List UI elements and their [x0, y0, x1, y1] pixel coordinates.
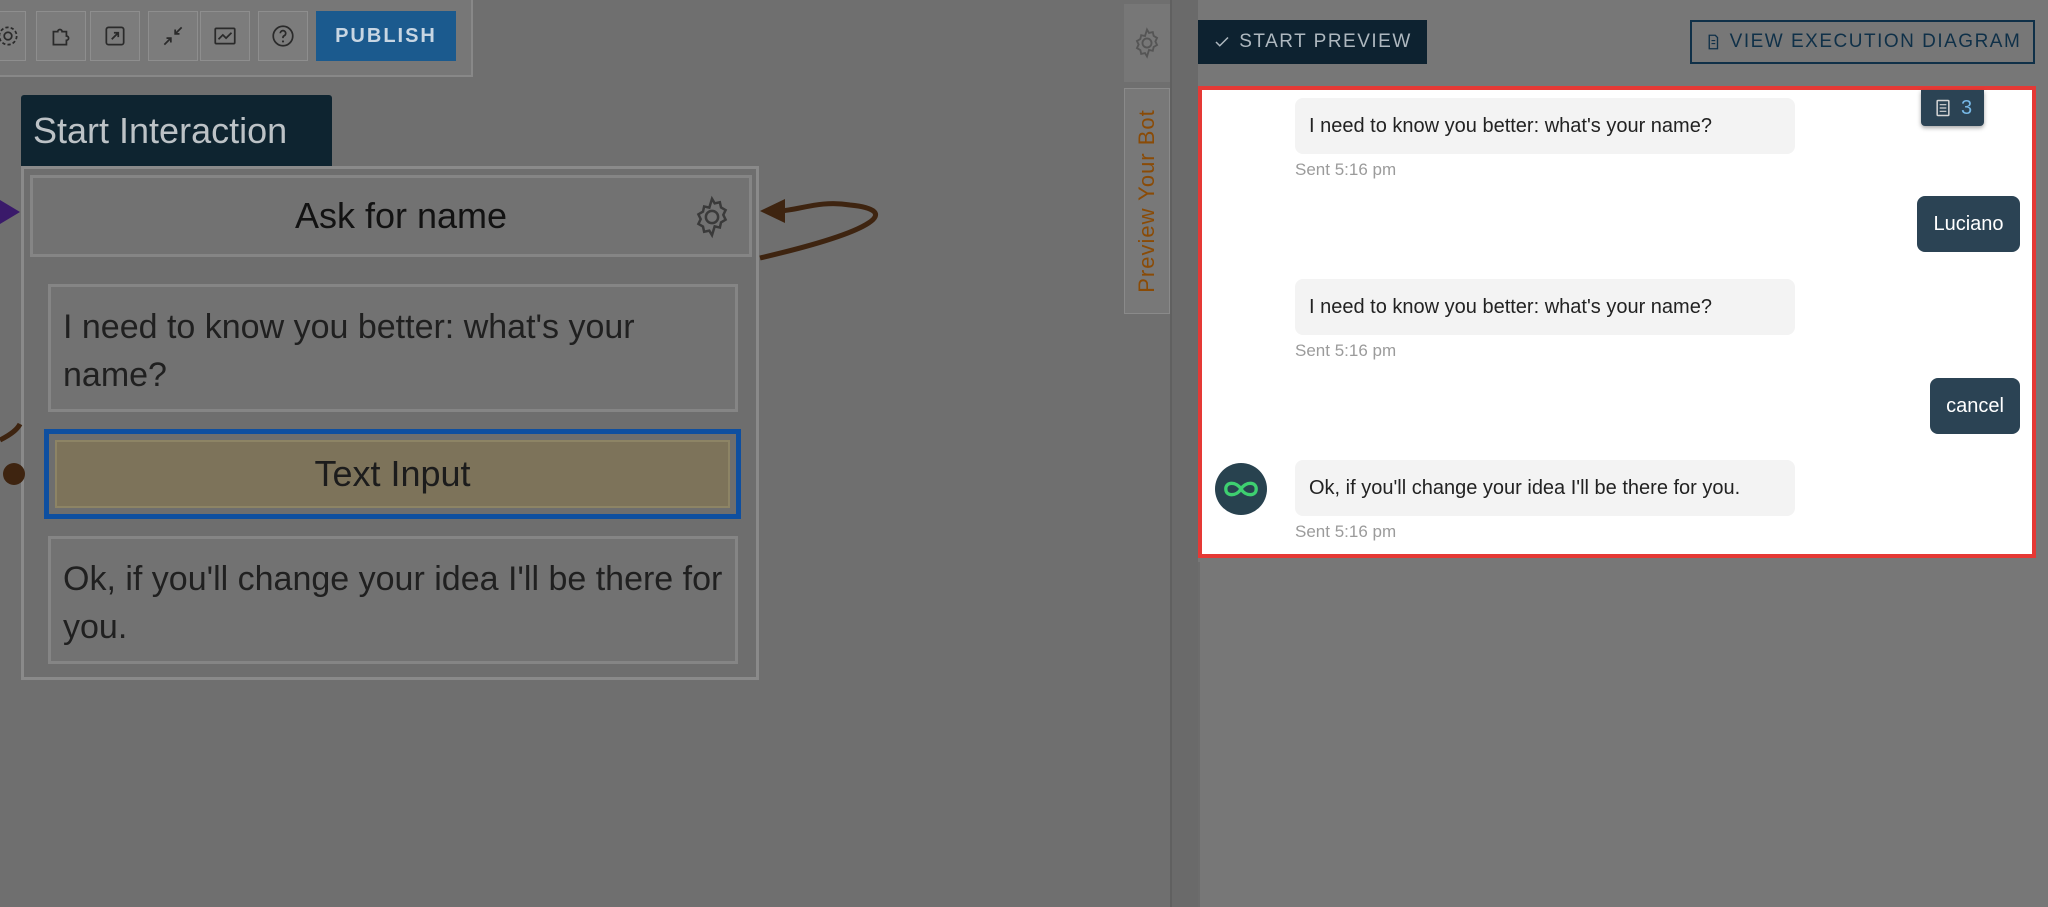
gear-icon — [1135, 27, 1159, 59]
gear-icon — [0, 26, 18, 46]
preview-bottom-area — [1198, 562, 2048, 907]
text-input-block[interactable]: Text Input — [44, 429, 741, 519]
document-icon — [1708, 34, 1718, 50]
bot-message: I need to know you better: what's your n… — [1295, 279, 1795, 335]
infinity-logo-icon — [1224, 481, 1258, 497]
panel-divider[interactable] — [1170, 0, 1198, 907]
collapse-icon — [163, 26, 183, 46]
help-button[interactable] — [258, 11, 308, 61]
message-timestamp: Sent 5:16 pm — [1295, 522, 1397, 541]
bot-message: Ok, if you'll change your idea I'll be t… — [1295, 460, 1795, 516]
user-message: cancel — [1930, 378, 2020, 434]
message-count-badge[interactable]: 3 — [1921, 90, 1984, 126]
left-connector — [0, 422, 23, 443]
check-icon — [1215, 36, 1229, 47]
export-icon — [105, 26, 125, 46]
publish-button[interactable]: PUBLISH — [316, 11, 456, 61]
badge-count: 3 — [1960, 96, 1973, 119]
chat-preview[interactable]: 3 I need to know you better: what's your… — [1198, 86, 2036, 558]
text-input-label: Text Input — [55, 440, 730, 508]
cancel-message-block[interactable]: Ok, if you'll change your idea I'll be t… — [48, 536, 738, 664]
settings-button[interactable] — [0, 11, 26, 61]
collapse-button[interactable] — [148, 11, 198, 61]
loop-connector — [759, 201, 879, 261]
gear-icon[interactable] — [689, 194, 735, 240]
preview-panel: START PREVIEW VIEW EXECUTION DIAGRAM 3 I… — [1198, 0, 2048, 907]
flow-canvas[interactable]: PUBLISH Start Interaction Ask for name I… — [0, 0, 1170, 907]
export-button[interactable] — [90, 11, 140, 61]
start-preview-label: START PREVIEW — [1239, 31, 1412, 52]
message-timestamp: Sent 5:16 pm — [1295, 341, 1397, 360]
preview-settings-button[interactable] — [1124, 4, 1170, 82]
help-icon — [272, 25, 294, 47]
list-icon — [1936, 99, 1950, 117]
node-title: Ask for name — [294, 195, 508, 236]
bot-message: I need to know you better: what's your n… — [1295, 98, 1795, 154]
chart-icon — [214, 27, 236, 45]
side-tab-label: Preview Your Bot — [1134, 109, 1160, 293]
start-interaction-label[interactable]: Start Interaction — [21, 95, 332, 167]
view-execution-diagram-button[interactable]: VIEW EXECUTION DIAGRAM — [1690, 20, 2035, 64]
start-preview-button[interactable]: START PREVIEW — [1198, 20, 1427, 64]
bot-avatar — [1215, 463, 1267, 515]
puzzle-icon — [52, 28, 70, 46]
question-message-block[interactable]: I need to know you better: what's your n… — [48, 284, 738, 412]
analytics-button[interactable] — [200, 11, 250, 61]
node-header[interactable]: Ask for name — [30, 175, 752, 257]
plugins-button[interactable] — [36, 11, 86, 61]
incoming-arrow-head — [0, 200, 20, 224]
message-timestamp: Sent 5:16 pm — [1295, 160, 1397, 179]
canvas-toolbar: PUBLISH — [0, 0, 473, 77]
user-message: Luciano — [1917, 196, 2020, 252]
loop-arrow-head — [760, 199, 785, 223]
ask-for-name-node[interactable]: Ask for name I need to know you better: … — [21, 166, 759, 680]
preview-your-bot-tab[interactable]: Preview Your Bot — [1124, 88, 1170, 314]
view-diagram-label: VIEW EXECUTION DIAGRAM — [1729, 31, 2022, 52]
